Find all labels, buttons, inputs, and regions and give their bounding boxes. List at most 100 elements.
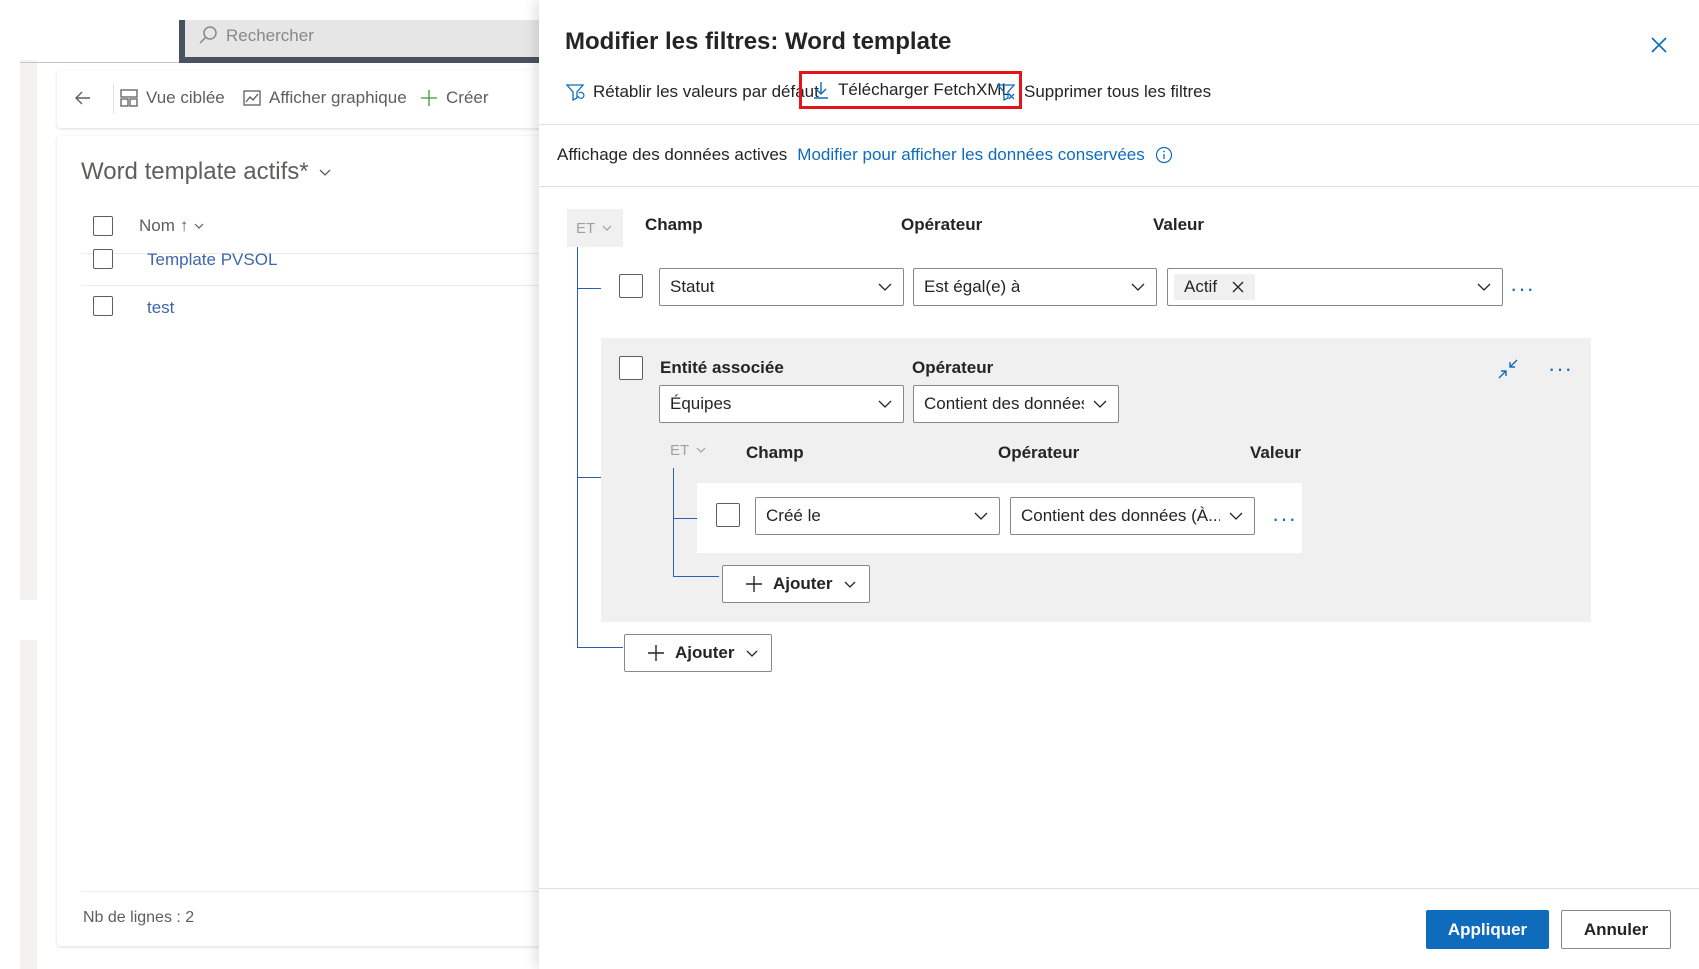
chevron-down-icon: [878, 400, 892, 408]
chevron-down-icon: [974, 512, 988, 520]
value-tag: Actif: [1174, 274, 1256, 300]
sub-row-checkbox[interactable]: [716, 503, 740, 527]
sort-ascending-icon: ↑: [179, 216, 189, 235]
related-operator-dropdown[interactable]: Contient des données: [913, 385, 1119, 423]
operator-value: Est égal(e) à: [924, 277, 1021, 296]
edit-filters-panel: Modifier les filtres: Word template Réta…: [539, 0, 1699, 969]
operator-dropdown[interactable]: Est égal(e) à: [913, 268, 1157, 306]
view-title: Word template actifs*: [81, 158, 309, 185]
sub-tree-branch: [673, 518, 697, 519]
reset-defaults-button[interactable]: Rétablir les valeurs par défaut: [565, 74, 819, 110]
clear-all-filters-label: Supprimer tous les filtres: [1024, 82, 1212, 101]
sub-and-operator-selector[interactable]: ET: [661, 433, 711, 467]
table-row[interactable]: Template PVSOL: [81, 236, 557, 286]
column-name-label: Nom: [139, 216, 175, 235]
select-all-checkbox[interactable]: [93, 216, 113, 236]
group-more-options-icon[interactable]: ···: [1548, 358, 1573, 380]
tree-branch: [577, 288, 601, 289]
chevron-down-icon: [696, 447, 706, 453]
reset-defaults-label: Rétablir les valeurs par défaut: [593, 82, 819, 101]
row-link[interactable]: Template PVSOL: [147, 250, 277, 270]
data-scope-info: Affichage des données actives Modifier p…: [557, 145, 1173, 165]
table-row[interactable]: test: [81, 284, 557, 334]
plus-icon: [746, 576, 762, 592]
plus-icon: [421, 90, 437, 106]
tree-line: [577, 247, 578, 648]
collapse-icon[interactable]: [1497, 358, 1519, 380]
data-scope-text: Affichage des données actives: [557, 145, 788, 164]
sub-operator-dropdown[interactable]: Contient des données (À...: [1010, 497, 1255, 535]
chevron-down-icon: [1477, 283, 1491, 291]
row-more-options-icon[interactable]: ···: [1510, 278, 1535, 300]
header-value: Valeur: [1153, 215, 1205, 234]
show-chart-button[interactable]: Afficher graphique: [243, 88, 407, 108]
logic-label: ET: [576, 219, 596, 237]
row-checkbox[interactable]: [93, 249, 113, 269]
filter-clear-icon: [996, 84, 1016, 102]
related-entity-value: Équipes: [670, 394, 732, 413]
view-selector[interactable]: Word template actifs*: [81, 158, 333, 186]
search-input[interactable]: Rechercher: [226, 26, 314, 46]
chevron-down-icon: [1229, 512, 1243, 520]
show-retained-data-link[interactable]: Modifier pour afficher les données conse…: [797, 145, 1144, 165]
value-tag-label: Actif: [1184, 277, 1218, 296]
chevron-down-icon: [194, 223, 204, 229]
footer-divider: [539, 888, 1699, 889]
close-icon[interactable]: [1646, 32, 1672, 58]
sub-tree-line: [673, 468, 674, 576]
sub-header-operator: Opérateur: [998, 443, 1080, 462]
remove-tag-icon[interactable]: [1231, 280, 1245, 294]
add-button[interactable]: Ajouter: [624, 634, 772, 672]
row-count: Nb de lignes : 2: [83, 909, 195, 926]
related-entity-label: Entité associée: [660, 358, 784, 377]
footer-divider: [81, 891, 557, 892]
and-operator-selector[interactable]: ET: [567, 209, 623, 247]
clear-all-filters-button[interactable]: Supprimer tous les filtres: [996, 74, 1211, 110]
sub-add-button[interactable]: Ajouter: [722, 565, 870, 603]
sub-header-value: Valeur: [1250, 443, 1302, 462]
plus-icon: [648, 645, 664, 661]
toolbar-divider: [539, 124, 1699, 125]
sub-row-more-options-icon[interactable]: ···: [1272, 508, 1297, 530]
group-checkbox[interactable]: [619, 356, 643, 380]
sub-field-dropdown[interactable]: Créé le: [755, 497, 1000, 535]
row-checkbox[interactable]: [93, 296, 113, 316]
related-operator-value: Contient des données: [924, 394, 1084, 413]
tree-branch: [577, 477, 601, 478]
download-icon: [814, 82, 828, 99]
row-link[interactable]: test: [147, 298, 174, 318]
layout-icon: [120, 89, 138, 107]
cancel-button[interactable]: Annuler: [1561, 910, 1671, 949]
related-operator-label: Opérateur: [912, 358, 994, 377]
focused-view-label: Vue ciblée: [146, 88, 225, 107]
add-label: Ajouter: [675, 643, 735, 662]
row-checkbox[interactable]: [619, 274, 643, 298]
chart-icon: [243, 90, 261, 106]
search-icon: [199, 26, 217, 44]
left-nav-strip: [20, 60, 37, 969]
info-icon[interactable]: [1155, 146, 1173, 164]
back-arrow-icon: [75, 91, 90, 105]
value-multiselect[interactable]: Actif: [1167, 268, 1503, 306]
field-dropdown[interactable]: Statut: [659, 268, 904, 306]
apply-button[interactable]: Appliquer: [1426, 910, 1549, 949]
chevron-down-icon: [1131, 283, 1145, 291]
download-fetchxml-button[interactable]: Télécharger FetchXML: [799, 71, 1022, 109]
header-divider: [20, 62, 180, 63]
related-entity-dropdown[interactable]: Équipes: [659, 385, 904, 423]
create-button[interactable]: Créer: [420, 88, 489, 108]
sub-logic-label: ET: [670, 441, 690, 459]
chevron-down-icon: [1093, 400, 1107, 408]
back-button[interactable]: [73, 88, 93, 108]
panel-title: Modifier les filtres: Word template: [565, 28, 952, 55]
column-header-name[interactable]: Nom ↑: [139, 216, 205, 236]
download-fetchxml-label: Télécharger FetchXML: [838, 80, 1011, 99]
focused-view-button[interactable]: Vue ciblée: [120, 88, 225, 108]
create-label: Créer: [446, 88, 489, 107]
info-divider: [539, 186, 1699, 187]
sub-operator-value: Contient des données (À...: [1021, 506, 1220, 525]
filter-reset-icon: [565, 84, 585, 102]
tree-branch: [577, 647, 623, 648]
field-value: Statut: [670, 277, 715, 296]
left-nav-gap: [20, 600, 37, 640]
